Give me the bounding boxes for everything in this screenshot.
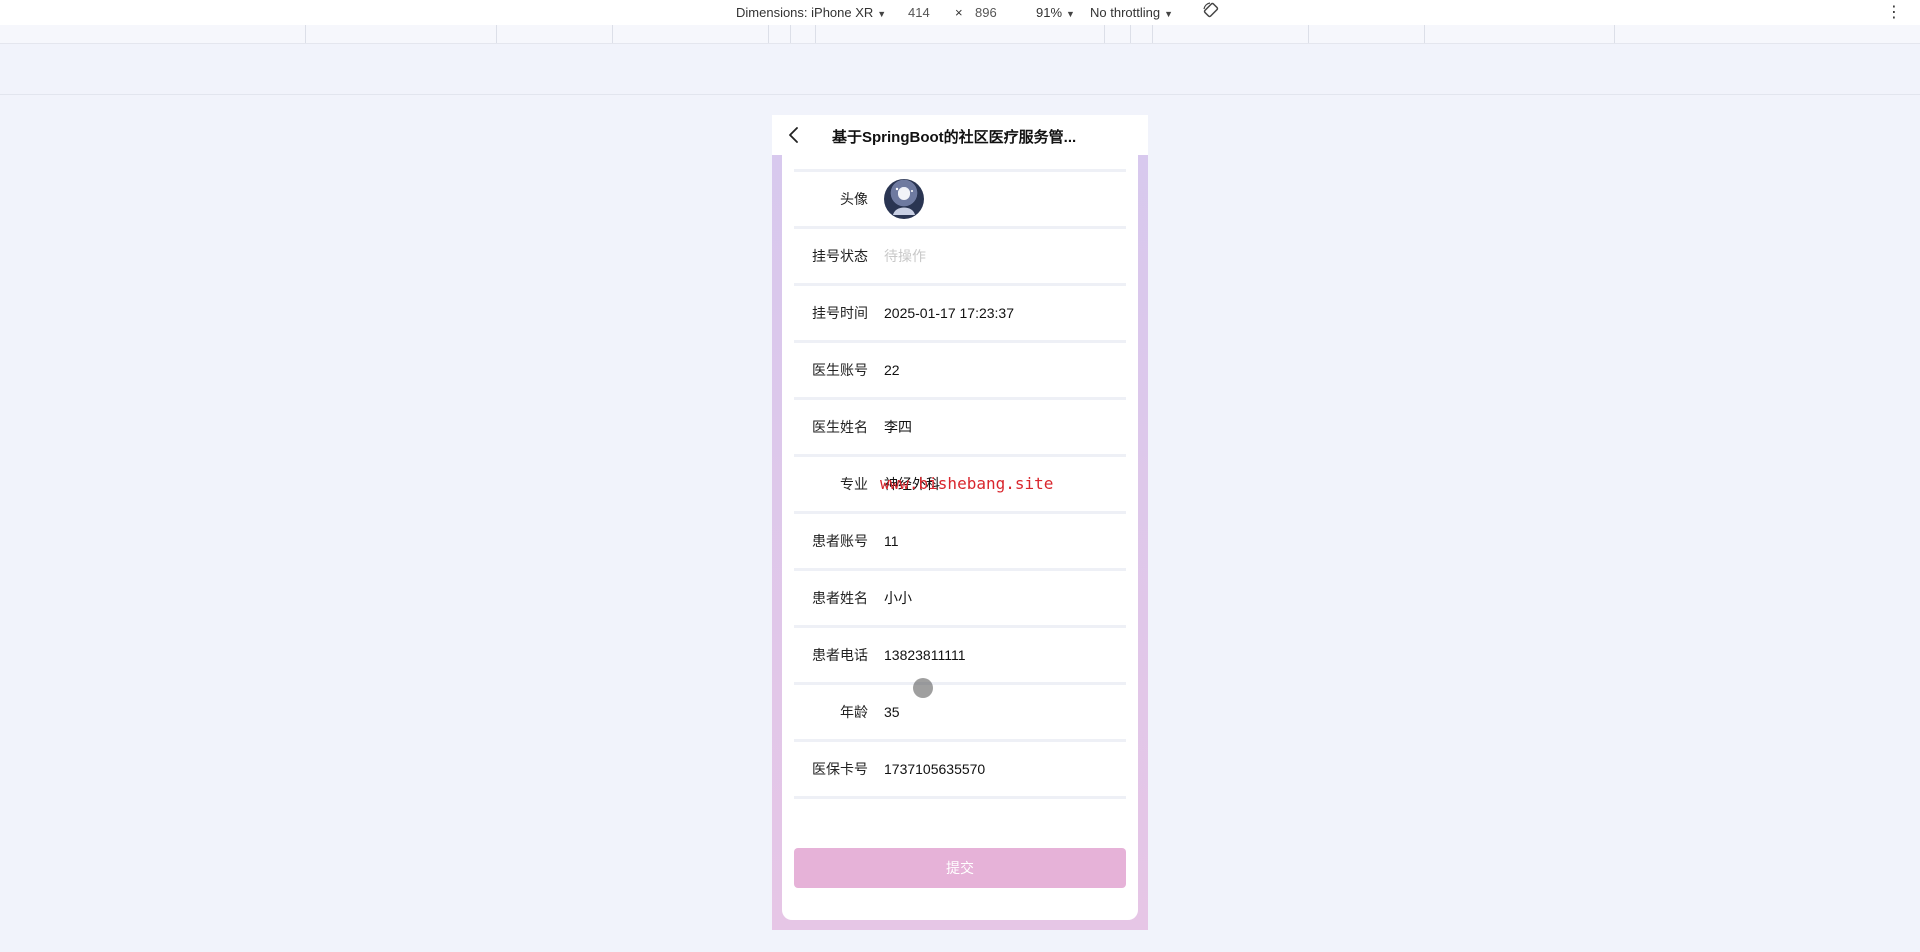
height-input[interactable]: 896 [975,5,997,20]
form-row: 挂号状态 待操作 [794,229,1126,286]
rotate-icon[interactable] [1202,1,1220,22]
form-card: 挂号费20 头像挂号状态待操作挂号时间 2025-01-17 17:23:37 医生账… [782,155,1138,920]
device-viewport: 基于SpringBoot的社区医疗服务管... 挂号费20头像挂号状态待操作挂号… [772,115,1148,930]
form-value: 2025-01-17 17:23:37 [884,305,1014,321]
caret-down-icon: ▼ [1164,9,1174,19]
form-label: 医生姓名 [812,419,868,435]
form-label: 医生账号 [812,362,868,378]
submit-button[interactable]: 提交 [794,848,1126,888]
form-label: 挂号状态 [812,248,868,264]
form-value: 35 [884,704,900,720]
form-row: 患者账号 11 [794,514,1126,571]
form-row: 头像 [794,172,1126,229]
device-select[interactable]: Dimensions: iPhone XR ▼ [736,5,886,20]
form-value: 13823811111 [884,647,966,663]
zoom-label: 91% [1036,5,1063,20]
form-label: 医保卡号 [812,761,868,777]
kebab-icon[interactable]: ⋮ [1886,2,1902,22]
form-label: 年龄 [840,704,868,720]
form-value: 11 [884,533,899,549]
form-value: 李四 [884,419,912,435]
form-label: 患者姓名 [812,590,868,606]
avatar[interactable] [884,179,924,219]
caret-down-icon: ▼ [1066,9,1075,19]
form-row: 医生账号 22 [794,343,1126,400]
form-row: 医生姓名 李四 [794,400,1126,457]
form-row: 患者姓名 小小 [794,571,1126,628]
width-input[interactable]: 414 [908,5,930,20]
zoom-select[interactable]: 91% ▼ [1036,5,1075,20]
throttling-select[interactable]: No throttling ▼ [1090,5,1173,20]
watermark-text: www.bishebang.site [880,474,1054,493]
pixel-ruler [0,44,1920,95]
device-label: Dimensions: iPhone XR [736,5,874,20]
throttling-label: No throttling [1090,5,1161,20]
form-row: 患者电话 13823811111 [794,628,1126,685]
form-label: 头像 [840,191,868,207]
back-arrow-icon[interactable] [784,125,804,145]
form-row: 挂号费20 [794,155,1126,172]
form-row: 年龄 35 [794,685,1126,742]
form-label: 专业 [840,476,868,492]
form-value: 22 [884,362,900,378]
media-query-ruler [0,25,1920,44]
form-value: 小小 [884,590,912,606]
touch-cursor [913,678,933,698]
nav-bar: 基于SpringBoot的社区医疗服务管... [772,115,1148,155]
form-label: 患者电话 [812,647,868,663]
form-row: 挂号时间 2025-01-17 17:23:37 [794,286,1126,343]
page-title: 基于SpringBoot的社区医疗服务管... [832,129,1077,146]
form-label: 挂号时间 [812,305,868,321]
form-value: 1737105635570 [884,761,986,777]
form-row: 医保卡号 1737105635570 [794,742,1126,799]
devtools-device-toolbar: Dimensions: iPhone XR ▼ 414 × 896 91% ▼ No… [0,0,1920,26]
caret-down-icon: ▼ [877,9,887,19]
dimension-separator: × [955,5,963,20]
form-label: 患者账号 [812,533,868,549]
form-value[interactable]: 待操作 [884,246,926,266]
